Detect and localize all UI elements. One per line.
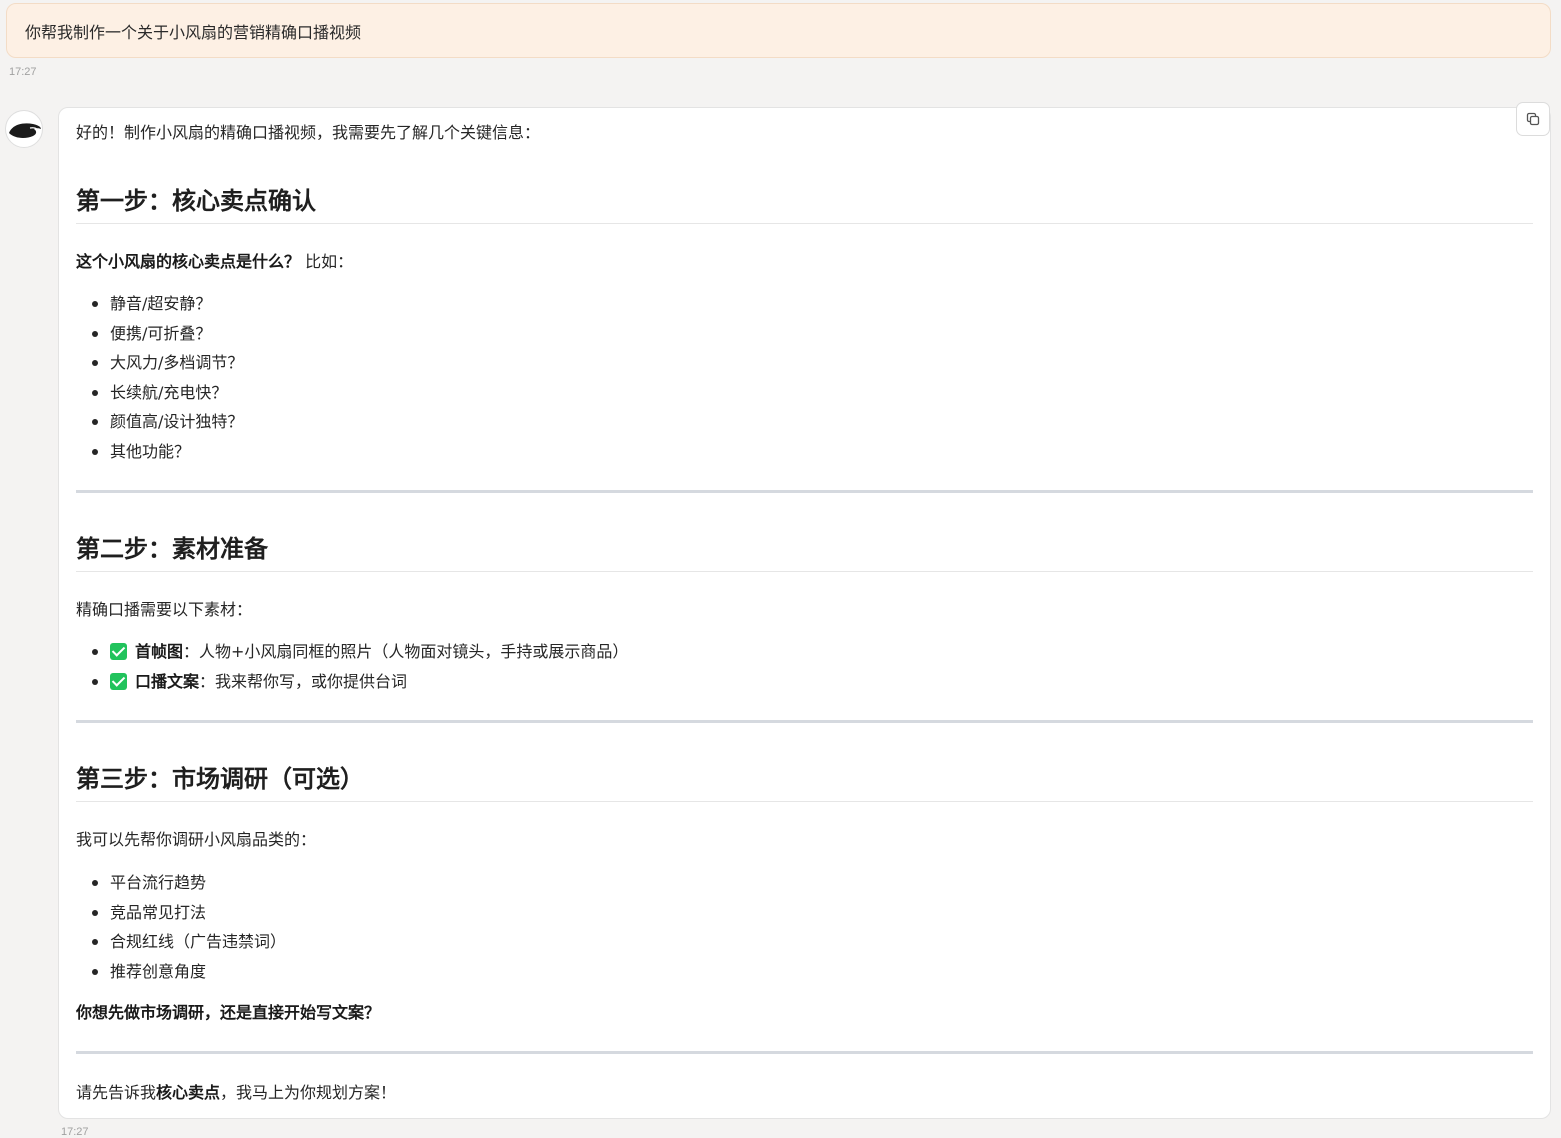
- closing-line: 请先告诉我核心卖点，我马上为你规划方案！: [76, 1082, 1533, 1104]
- list-item: 静音/超安静？: [76, 293, 1533, 323]
- section-divider: [76, 1051, 1533, 1054]
- list-item: 便携/可折叠？: [76, 323, 1533, 353]
- list-item: 大风力/多档调节？: [76, 352, 1533, 382]
- material-label: 口播文案: [135, 671, 200, 691]
- list-item: 竞品常见打法: [76, 902, 1533, 932]
- list-item: 推荐创意角度: [76, 961, 1533, 991]
- step2-heading-rule: [76, 571, 1533, 572]
- check-mark-icon: [110, 672, 127, 690]
- list-item: 其他功能？: [76, 441, 1533, 471]
- list-item: 首帧图：人物+小风扇同框的照片（人物面对镜头，手持或展示商品）: [76, 641, 1533, 671]
- step3-research-list: 平台流行趋势 竞品常见打法 合规红线（广告违禁词） 推荐创意角度: [76, 872, 1533, 990]
- assistant-intro: 好的！制作小风扇的精确口播视频，我需要先了解几个关键信息：: [76, 123, 541, 142]
- user-message-text: 你帮我制作一个关于小风扇的营销精确口播视频: [25, 22, 362, 42]
- closing-bold: 核心卖点: [156, 1083, 221, 1102]
- step2-materials-list: 首帧图：人物+小风扇同框的照片（人物面对镜头，手持或展示商品） 口播文案：我来帮…: [76, 641, 1533, 700]
- material-desc: ：我来帮你写，或你提供台词: [199, 671, 408, 691]
- list-item: 口播文案：我来帮你写，或你提供台词: [76, 671, 1533, 701]
- step3-question-bold: 你想先做市场调研，还是直接开始写文案？: [76, 1003, 381, 1022]
- step1-question-rest: 比如：: [300, 252, 354, 271]
- material-label: 首帧图: [135, 642, 184, 661]
- step1-question: 这个小风扇的核心卖点是什么？ 比如：: [76, 251, 1533, 273]
- assistant-message-card: 好的！制作小风扇的精确口播视频，我需要先了解几个关键信息： 第一步：核心卖点确认…: [58, 102, 1551, 1119]
- list-item: 颜值高/设计独特？: [76, 411, 1533, 441]
- step3-question: 你想先做市场调研，还是直接开始写文案？: [76, 1002, 1533, 1024]
- list-item: 合规红线（广告违禁词）: [76, 931, 1533, 961]
- user-message-bubble: 你帮我制作一个关于小风扇的营销精确口播视频: [6, 3, 1551, 58]
- material-desc: ：人物+小风扇同框的照片（人物面对镜头，手持或展示商品）: [183, 642, 629, 661]
- step1-selling-points-list: 静音/超安静？ 便携/可折叠？ 大风力/多档调节？ 长续航/充电快？ 颜值高/设…: [76, 293, 1533, 471]
- closing-suffix: ，我马上为你规划方案！: [220, 1083, 397, 1102]
- step2-heading: 第二步：素材准备: [76, 535, 268, 563]
- step3-heading: 第三步：市场调研（可选）: [76, 765, 364, 793]
- assistant-message-timestamp: 17:27: [61, 1126, 89, 1138]
- step2-intro: 精确口播需要以下素材：: [76, 600, 253, 619]
- list-item: 平台流行趋势: [76, 872, 1533, 902]
- step1-question-bold: 这个小风扇的核心卖点是什么？: [76, 252, 301, 271]
- closing-prefix: 请先告诉我: [76, 1083, 157, 1102]
- user-message-timestamp: 17:27: [9, 66, 37, 78]
- step3-intro: 我可以先帮你调研小风扇品类的：: [76, 830, 317, 849]
- section-divider: [76, 720, 1533, 723]
- step1-heading-rule: [76, 223, 1533, 224]
- check-mark-icon: [110, 643, 127, 660]
- step1-heading: 第一步：核心卖点确认: [76, 187, 316, 215]
- assistant-avatar: [5, 110, 43, 148]
- section-divider: [76, 490, 1533, 493]
- step3-heading-rule: [76, 801, 1533, 802]
- assistant-logo-icon: [9, 123, 41, 138]
- list-item: 长续航/充电快？: [76, 382, 1533, 412]
